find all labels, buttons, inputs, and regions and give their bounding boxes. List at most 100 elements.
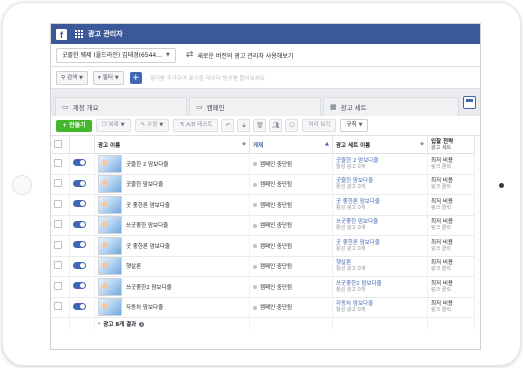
table-row[interactable]: 굿즐한 맘보다줄 캠페인 중단됨 굿즐한 맘보다줄 활성 광고 0개 최저 비용 링… [51, 174, 475, 195]
comment-icon[interactable]: 💬︎ [285, 119, 299, 132]
delivery-status: 캠페인 중단됨 [260, 264, 293, 271]
row-checkbox[interactable] [54, 199, 62, 208]
ad-thumbnail [98, 298, 122, 317]
chevron-down-icon: ▼ [358, 122, 363, 128]
ad-toggle[interactable] [73, 159, 86, 167]
tab-ad-sets[interactable]: ▦ 광고 세트 [323, 97, 459, 116]
row-checkbox[interactable] [54, 179, 62, 188]
table-row[interactable]: 자동차 맘보다줄 캠페인 중단됨 자동차 맘보다줄 활성 광고 0개 최저 비용 링… [51, 297, 475, 318]
trash-icon[interactable]: 🗑︎ [253, 119, 267, 132]
chevron-down-icon: ▼ [120, 122, 125, 128]
tab-campaigns[interactable]: ▭ 캠페인 [189, 97, 321, 116]
filter-icon: ▾ [98, 74, 101, 81]
row-checkbox[interactable] [54, 240, 62, 249]
rules-button[interactable]: 규칙 ▼ [340, 119, 369, 132]
ab-test-label: A/B 테스트 [186, 122, 213, 128]
ad-name[interactable]: 쓰굿좋한 맘보다줄 [126, 221, 168, 229]
new-version-link[interactable]: 새로운 버전의 광고 관리자 사용해보기 [197, 51, 293, 60]
status-dot-icon [253, 244, 257, 249]
ad-thumbnail [98, 257, 122, 276]
column-header-bid[interactable]: 입찰 전략 광고 세트 [427, 136, 475, 154]
ad-toggle[interactable] [73, 241, 86, 249]
info-icon[interactable]: i [139, 321, 145, 327]
undo-icon[interactable]: ↶ [221, 119, 235, 132]
ad-name-cell: 쓰굿좋한2 맘보다줄 [94, 276, 250, 298]
row-toggle-cell [69, 256, 95, 277]
table-row[interactable]: 굿즐한 2 맘보다줄 캠페인 중단됨 굿즐한 2 맘보다줄 활성 광고 0개 최저… [51, 153, 475, 175]
tab-label: 계정 개요 [72, 104, 99, 112]
bid-cell: 최저 비용 링크 클릭 [427, 297, 475, 318]
row-checkbox[interactable] [54, 302, 62, 311]
filter-button[interactable]: ▾ 필터 ▼ [93, 70, 124, 85]
row-checkbox-cell [51, 276, 70, 298]
ad-name[interactable]: 굿 좋한론 맘보다줄 [126, 242, 170, 250]
table-row[interactable]: 굿 좋한론 맘보다줄 캠페인 중단됨 굿 좋한론 맘보다줄 활성 광고 0개 최저… [51, 235, 475, 257]
status-dot-icon [253, 285, 257, 290]
edit-label: 수정 [147, 122, 158, 128]
sort-icon: ▲ [325, 140, 329, 147]
row-checkbox[interactable] [54, 158, 62, 167]
select-all-checkbox[interactable] [54, 139, 62, 148]
row-checkbox[interactable] [54, 220, 62, 229]
ad-toggle[interactable] [73, 282, 86, 290]
ad-name[interactable]: 굿즐한 2 맘보다줄 [126, 160, 168, 168]
ad-name[interactable]: 햇살론 [126, 262, 141, 270]
delivery-cell: 캠페인 중단됨 [249, 276, 333, 298]
adset-cell: 자동차 맘보다줄 활성 광고 0개 [332, 297, 428, 318]
chevron-down-icon: ▼ [165, 51, 170, 58]
search-button[interactable]: ⚲ 검색 ▼ [56, 70, 89, 85]
delivery-cell: 캠페인 중단됨 [249, 174, 333, 195]
ad-toggle[interactable] [73, 261, 86, 269]
ad-name[interactable]: 굿즐한 맘보다줄 [126, 180, 163, 188]
add-filter-button[interactable]: + [129, 71, 142, 84]
ab-test-button[interactable]: ⚗ A/B 테스트 [173, 119, 219, 132]
people-icon[interactable]: 👥︎ [269, 119, 283, 132]
apps-grid-icon[interactable] [75, 30, 83, 38]
delivery-cell: 캠페인 중단됨 [249, 194, 333, 216]
tab-account-overview[interactable]: ▭ 계정 개요 [55, 97, 187, 116]
delivery-status: 캠페인 중단됨 [260, 202, 293, 209]
lock-icon[interactable]: 🔒︎ [237, 119, 251, 132]
facebook-logo-icon[interactable]: f [56, 28, 67, 40]
bid-cell: 최저 비용 링크 클릭 [427, 174, 475, 195]
ad-toggle[interactable] [73, 302, 86, 310]
preview-label: 미리 보기 [308, 122, 331, 128]
grid-icon: ▦ [330, 103, 337, 111]
table-row[interactable]: 쓰굿좋한2 맘보다줄 캠페인 중단됨 쓰굿좋한2 맘보다줄 활성 광고 0개 최저… [51, 276, 475, 298]
ad-name[interactable]: 굿 좋한론 맘보다줄 [126, 201, 170, 209]
column-header-delivery[interactable]: 게재 ▲ [249, 136, 333, 154]
row-checkbox[interactable] [54, 261, 62, 270]
table-row[interactable]: 굿 좋한론 맘보다줄 캠페인 중단됨 굿 좋한론 맘보다줄 활성 광고 0개 최저… [51, 194, 475, 216]
column-header-name[interactable]: 광고 이름 ◆ [94, 136, 250, 154]
side-panel-icon[interactable] [463, 96, 476, 109]
table-row[interactable]: 쓰굿좋한 맘보다줄 캠페인 중단됨 쓰굿좋한 맘보다줄 활성 광고 0개 최저 비… [51, 215, 475, 236]
create-button[interactable]: + 만들기 [56, 119, 92, 132]
status-dot-icon [253, 162, 257, 167]
row-checkbox[interactable] [54, 281, 62, 290]
ad-name-cell: 햇살론 [94, 256, 250, 277]
delivery-cell: 캠페인 중단됨 [249, 153, 333, 175]
adset-cell: 굿 좋한론 맘보다줄 활성 광고 0개 [332, 235, 428, 257]
row-toggle-cell [69, 235, 95, 257]
ads-table: 광고 이름 ◆ 게재 ▲ 광고 세트 이름 ◆ 입찰 전략 광고 세트 굿즐한 2 맘보… [51, 136, 475, 330]
delivery-status: 캠페인 중단됨 [260, 182, 293, 189]
ad-thumbnail [98, 277, 122, 296]
chevron-right-icon[interactable]: › [98, 321, 100, 327]
edit-button[interactable]: ✎ 수정 ▼ [134, 119, 170, 132]
status-dot-icon [253, 305, 257, 310]
home-button[interactable] [12, 175, 32, 195]
duplicate-button[interactable]: ❐ 복제 ▼ [95, 119, 131, 132]
adset-sub: 활성 광고 0개 [336, 307, 366, 314]
delivery-cell: 캠페인 중단됨 [249, 256, 333, 277]
table-row[interactable]: 햇살론 캠페인 중단됨 햇살론 활성 광고 0개 최저 비용 링크 클릭 [51, 256, 475, 277]
delivery-status: 캠페인 중단됨 [260, 305, 293, 312]
ad-toggle[interactable] [73, 220, 86, 228]
adset-cell: 굿즐한 맘보다줄 활성 광고 0개 [332, 174, 428, 195]
ad-toggle[interactable] [73, 179, 86, 187]
ad-toggle[interactable] [73, 200, 86, 208]
ad-name[interactable]: 자동차 맘보다줄 [126, 303, 163, 311]
ad-name[interactable]: 쓰굿좋한2 맘보다줄 [126, 283, 172, 291]
account-select[interactable]: 굿즐한 웨제 (올드라인) 김태경(6544... ▼ [56, 47, 176, 63]
preview-button[interactable]: 미리 보기 [302, 119, 337, 132]
column-header-adset[interactable]: 광고 세트 이름 ◆ [332, 136, 428, 154]
